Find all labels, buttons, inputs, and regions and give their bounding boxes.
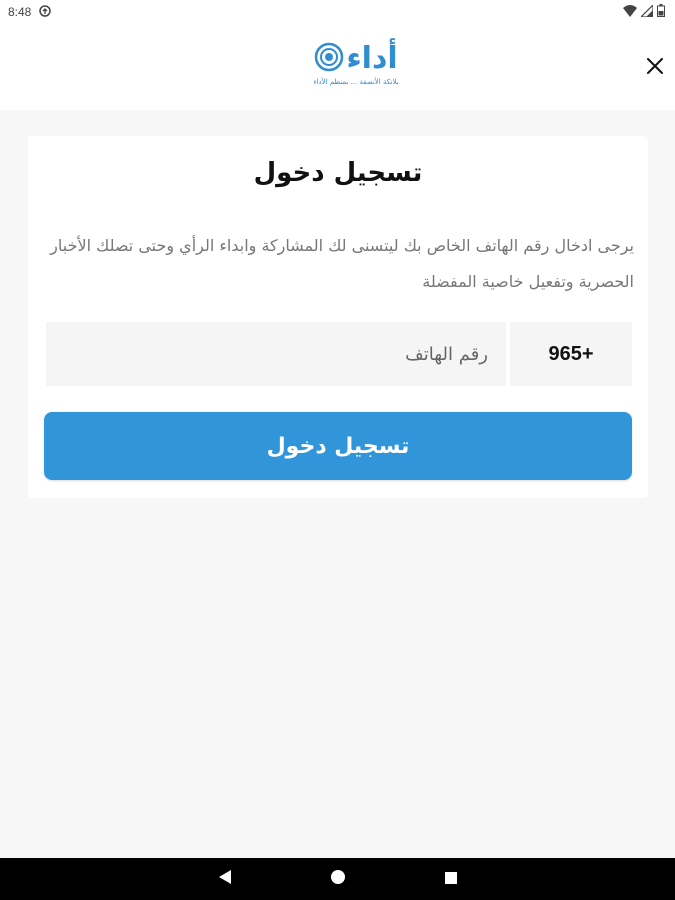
signal-icon (639, 3, 654, 20)
login-card: تسجيل دخول يرجى ادخال رقم الهاتف الخاص ب… (28, 136, 648, 498)
phone-input[interactable] (46, 322, 506, 386)
wifi-icon (623, 4, 637, 20)
app-logo: أداء بلانكة الأنصفة ... بمنظم الأداء (304, 42, 408, 92)
sync-icon (39, 4, 52, 20)
logo-text: أداء (346, 41, 398, 76)
recents-icon (444, 870, 458, 889)
back-button[interactable] (214, 868, 236, 890)
close-icon (647, 58, 663, 78)
country-code[interactable]: 965+ (510, 322, 632, 386)
status-left: 8:48 (8, 4, 52, 20)
logo-circle-icon (314, 42, 344, 76)
login-button[interactable]: تسجيل دخول (44, 412, 632, 480)
login-description: يرجى ادخال رقم الهاتف الخاص بك ليتسنى لك… (50, 236, 634, 291)
home-button[interactable] (327, 868, 349, 890)
login-title: تسجيل دخول (253, 158, 423, 188)
status-time: 8:48 (8, 5, 32, 19)
nav-bar (0, 858, 675, 900)
home-icon (330, 869, 346, 889)
status-right (623, 3, 665, 20)
recents-button[interactable] (440, 868, 462, 890)
status-bar: 8:48 (0, 0, 675, 24)
logo-tagline: بلانكة الأنصفة ... بمنظم الأداء (313, 78, 399, 86)
phone-row: 965+ (46, 322, 632, 386)
close-button[interactable] (640, 53, 670, 83)
app-header: أداء بلانكة الأنصفة ... بمنظم الأداء (0, 24, 675, 110)
back-icon (218, 869, 232, 889)
battery-icon (657, 4, 665, 20)
